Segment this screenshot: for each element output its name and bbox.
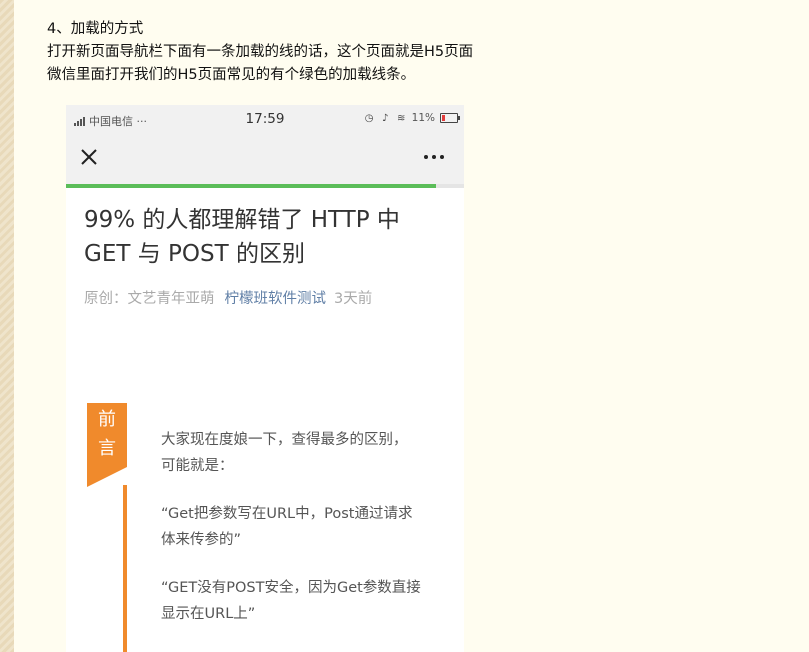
more-icon[interactable] <box>424 155 444 159</box>
alarm-icon: ◷ <box>364 112 374 124</box>
loading-progress-bar <box>66 184 437 188</box>
bell-icon: ♪ <box>381 112 389 124</box>
post-title: 99% 的人都理解错了 HTTP 中 GET 与 POST 的区别 <box>84 207 400 267</box>
preface-char: 言 <box>98 438 116 459</box>
article-paragraph-line: 微信里面打开我们的H5页面常见的有个绿色的加载线条。 <box>47 67 416 83</box>
navigation-bar <box>66 135 464 185</box>
page-background-border <box>0 0 14 652</box>
post-meta: 原创：文艺青年亚萌 柠檬班软件测试 3天前 <box>84 287 372 308</box>
loading-bar-track <box>66 184 464 188</box>
embedded-phone-screenshot: 中国电信 ··· 17:59 ◷ ♪ ≋ 11% 99% 的人都理解错了 HTT… <box>66 105 464 652</box>
battery-icon <box>440 113 460 123</box>
article-paragraph-line: 打开新页面导航栏下面有一条加载的线的话，这个页面就是H5页面 <box>47 44 474 60</box>
preface-vertical-line <box>123 485 127 652</box>
post-paragraph: “Get把参数写在URL中，Post通过请求体来传参的” <box>161 506 413 548</box>
post-account-link[interactable]: 柠檬班软件测试 <box>225 291 327 307</box>
preface-char: 前 <box>98 409 116 430</box>
preface-label: 前 言 <box>87 405 127 463</box>
close-icon[interactable] <box>78 146 100 168</box>
section-heading: 4、加载的方式 <box>47 21 144 37</box>
battery-percent: 11% <box>411 112 435 124</box>
post-time: 3天前 <box>334 291 373 307</box>
article-page: 4、加载的方式 打开新页面导航栏下面有一条加载的线的话，这个页面就是H5页面 微… <box>14 0 809 652</box>
article-body: 4、加载的方式 打开新页面导航栏下面有一条加载的线的话，这个页面就是H5页面 微… <box>47 18 787 87</box>
wifi-icon: ≋ <box>396 112 406 124</box>
status-bar: 中国电信 ··· 17:59 ◷ ♪ ≋ 11% <box>66 105 464 135</box>
post-paragraph: “GET没有POST安全，因为Get参数直接显示在URL上” <box>161 580 421 622</box>
post-body: 大家现在度娘一下，查得最多的区别，可能就是： “Get把参数写在URL中，Pos… <box>161 427 421 649</box>
post-author: 原创：文艺青年亚萌 <box>84 291 215 307</box>
post-paragraph: 大家现在度娘一下，查得最多的区别，可能就是： <box>161 432 408 474</box>
